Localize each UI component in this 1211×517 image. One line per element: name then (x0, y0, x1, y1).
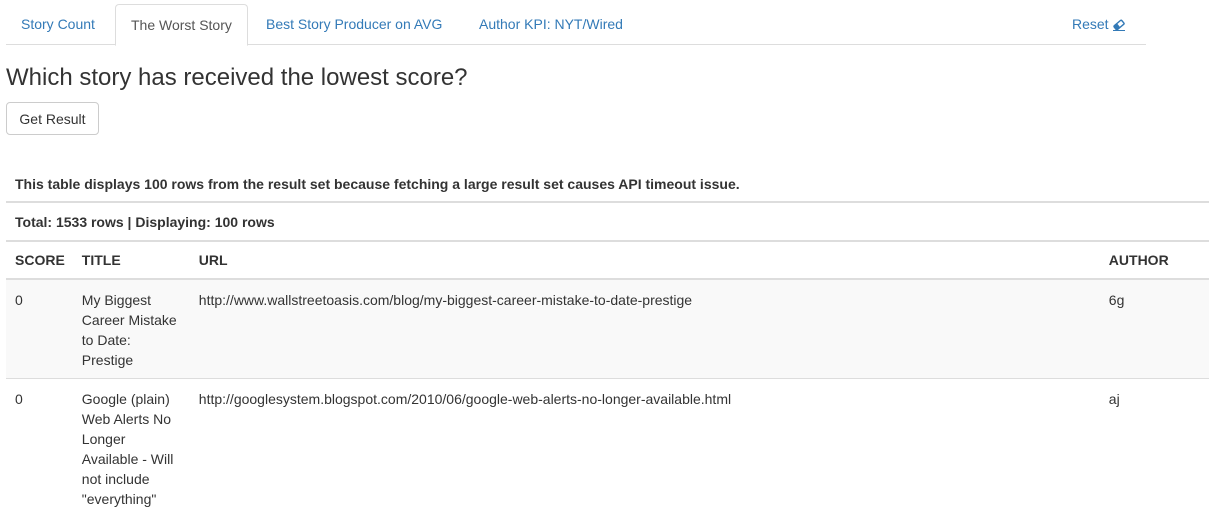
table-header-row: SCORE TITLE URL AUTHOR (6, 242, 1209, 279)
tab-best-story-producer[interactable]: Best Story Producer on AVG (251, 4, 457, 45)
title-cell: Google (plain) Web Alerts No Longer Avai… (73, 379, 190, 517)
reset-label: Reset (1072, 16, 1109, 32)
table-row: 0 My Biggest Career Mistake to Date: Pre… (6, 279, 1209, 379)
get-result-button[interactable]: Get Result (6, 102, 99, 135)
column-header-score: SCORE (6, 242, 73, 279)
url-cell: http://www.wallstreetoasis.com/blog/my-b… (190, 279, 1100, 379)
url-cell: http://googlesystem.blogspot.com/2010/06… (190, 379, 1100, 517)
score-cell: 0 (6, 279, 73, 379)
tab-author-kpi[interactable]: Author KPI: NYT/Wired (464, 4, 638, 45)
column-header-url: URL (190, 242, 1100, 279)
table-row: 0 Google (plain) Web Alerts No Longer Av… (6, 379, 1209, 517)
row-count-summary: Total: 1533 rows | Displaying: 100 rows (6, 203, 1209, 242)
tab-the-worst-story[interactable]: The Worst Story (115, 4, 248, 46)
title-cell: My Biggest Career Mistake to Date: Prest… (73, 279, 190, 379)
table-notice: This table displays 100 rows from the re… (6, 166, 1209, 203)
author-cell: 6g (1100, 279, 1209, 379)
page-question-heading: Which story has received the lowest scor… (6, 63, 468, 93)
reset-button[interactable]: Reset (1057, 4, 1141, 45)
tab-bar: Story Count The Worst Story Best Story P… (6, 4, 1146, 45)
author-cell: aj (1100, 379, 1209, 517)
score-cell: 0 (6, 379, 73, 517)
column-header-author: AUTHOR (1100, 242, 1209, 279)
eraser-icon (1112, 6, 1126, 47)
column-header-title: TITLE (73, 242, 190, 279)
tab-story-count[interactable]: Story Count (6, 4, 110, 45)
results-table: SCORE TITLE URL AUTHOR 0 My Biggest Care… (6, 242, 1209, 517)
